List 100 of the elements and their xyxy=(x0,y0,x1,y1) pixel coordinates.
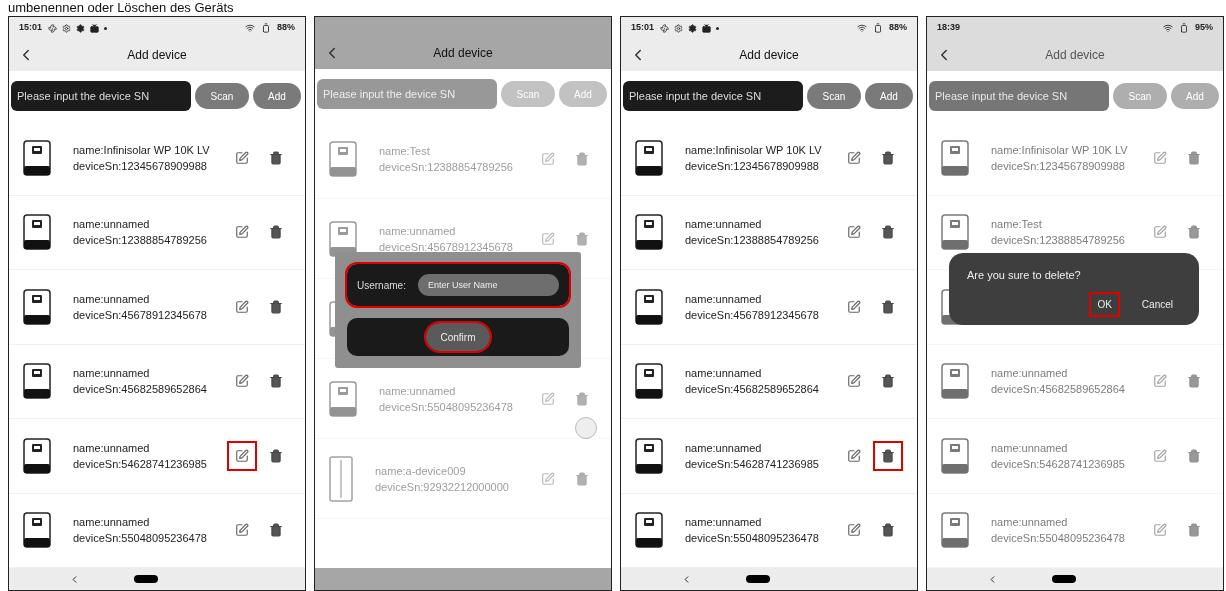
device-name: name:unnamed xyxy=(73,291,150,307)
dialog-button[interactable]: OK xyxy=(1089,291,1120,317)
device-name: name:Infinisolar WP 10K LV xyxy=(991,142,1128,158)
wifi-icon xyxy=(1163,23,1173,33)
device-icon xyxy=(23,363,51,400)
device-serial: deviceSn:12388854789256 xyxy=(685,233,819,249)
home-handle-icon[interactable] xyxy=(1052,575,1076,583)
edit-icon xyxy=(235,225,249,240)
edit-icon xyxy=(847,225,861,240)
device-name: name:unnamed xyxy=(73,515,150,531)
screen-title: Add device xyxy=(127,47,187,64)
username-field[interactable]: Enter User Name xyxy=(417,274,559,296)
device-icon xyxy=(941,437,969,474)
device-serial: deviceSn:54628741236985 xyxy=(991,456,1125,472)
trash-icon xyxy=(1187,225,1201,240)
device-icon xyxy=(635,512,663,549)
edit-icon xyxy=(235,299,249,314)
device-name: name:unnamed xyxy=(379,223,456,239)
trash-icon xyxy=(881,448,895,463)
trash-icon xyxy=(1187,523,1201,538)
device-icon xyxy=(329,140,357,177)
device-serial: deviceSn:54628741236985 xyxy=(685,456,819,472)
device-serial: deviceSn:12388854789256 xyxy=(379,159,513,175)
status-time: 15:01 xyxy=(631,21,655,35)
device-icon xyxy=(941,214,969,251)
trash-icon xyxy=(269,150,283,165)
device-name: name:unnamed xyxy=(73,366,150,382)
confirm-button[interactable]: Confirm xyxy=(426,323,490,351)
edit-icon xyxy=(1153,374,1167,389)
device-name: name:unnamed xyxy=(991,440,1068,456)
device-icon xyxy=(23,288,51,325)
device-name: name:unnamed xyxy=(685,440,762,456)
device-name: name:unnamed xyxy=(73,217,150,233)
device-name: name:unnamed xyxy=(991,366,1068,382)
device-serial: deviceSn:12388854789256 xyxy=(73,233,207,249)
add-button[interactable]: Add xyxy=(865,83,913,109)
device-icon xyxy=(941,512,969,549)
edit-icon xyxy=(1153,523,1167,538)
home-handle-icon[interactable] xyxy=(746,575,770,583)
battery-icon xyxy=(261,23,271,33)
device-serial: deviceSn:12345678909988 xyxy=(73,158,207,174)
trash-icon xyxy=(881,225,895,240)
scan-button[interactable]: Scan xyxy=(195,83,249,109)
device-name: name:unnamed xyxy=(73,440,150,456)
edit-icon xyxy=(847,299,861,314)
trash-icon xyxy=(575,471,589,486)
add-button[interactable]: Add xyxy=(1171,83,1219,109)
device-serial: deviceSn:12345678909988 xyxy=(685,158,819,174)
trash-icon xyxy=(575,151,589,166)
device-icon xyxy=(635,437,663,474)
trash-icon xyxy=(575,391,589,406)
device-name: name:unnamed xyxy=(991,515,1068,531)
device-icon xyxy=(23,437,51,474)
edit-icon xyxy=(541,391,555,406)
edit-icon xyxy=(1153,150,1167,165)
screen-title: Add device xyxy=(1045,47,1105,64)
trash-icon xyxy=(269,523,283,538)
username-label: Username: xyxy=(357,278,406,293)
edit-icon xyxy=(1153,448,1167,463)
trash-icon xyxy=(1187,150,1201,165)
serial-input-field[interactable]: Please input the device SN xyxy=(623,81,803,111)
device-name: name:Test xyxy=(379,143,430,159)
device-icon xyxy=(941,139,969,176)
trash-icon xyxy=(575,231,589,246)
screen-title: Add device xyxy=(433,45,493,62)
status-time: 15:01 xyxy=(19,21,43,35)
add-button[interactable]: Add xyxy=(253,83,301,109)
serial-input-field[interactable]: Please input the device SN xyxy=(11,81,191,111)
delete-button[interactable] xyxy=(873,440,903,471)
device-serial: deviceSn:54628741236985 xyxy=(73,456,207,472)
edit-icon xyxy=(847,448,861,463)
home-handle-icon[interactable] xyxy=(134,575,158,583)
edit-icon xyxy=(235,448,249,463)
trash-icon xyxy=(269,448,283,463)
device-serial: deviceSn:45678912345678 xyxy=(379,239,513,255)
device-icon xyxy=(635,288,663,325)
battery-level: 88% xyxy=(889,21,907,35)
device-name: name:unnamed xyxy=(685,366,762,382)
device-name: name:Infinisolar WP 10K LV xyxy=(685,142,822,158)
edit-button[interactable] xyxy=(227,440,257,471)
battery-level: 88% xyxy=(277,21,295,35)
trash-icon xyxy=(269,299,283,314)
dialog-button[interactable]: Cancel xyxy=(1133,291,1181,317)
device-icon xyxy=(23,512,51,549)
edit-icon xyxy=(541,151,555,166)
serial-input-field[interactable]: Please input the device SN xyxy=(317,79,497,109)
device-serial: deviceSn:55048095236478 xyxy=(379,399,513,415)
serial-input-field[interactable]: Please input the device SN xyxy=(929,81,1109,111)
edit-icon xyxy=(541,231,555,246)
device-icon xyxy=(635,363,663,400)
device-serial: deviceSn:55048095236478 xyxy=(991,531,1125,547)
device-name: name:unnamed xyxy=(685,291,762,307)
trash-icon xyxy=(881,150,895,165)
device-name: name:a-device009 xyxy=(375,463,466,479)
scan-button[interactable]: Scan xyxy=(1113,83,1167,109)
device-icon xyxy=(635,139,663,176)
notification-icons-drawing xyxy=(660,23,720,33)
device-icon xyxy=(941,363,969,400)
scan-button[interactable]: Scan xyxy=(807,83,861,109)
device-serial: deviceSn:12388854789256 xyxy=(991,233,1125,249)
